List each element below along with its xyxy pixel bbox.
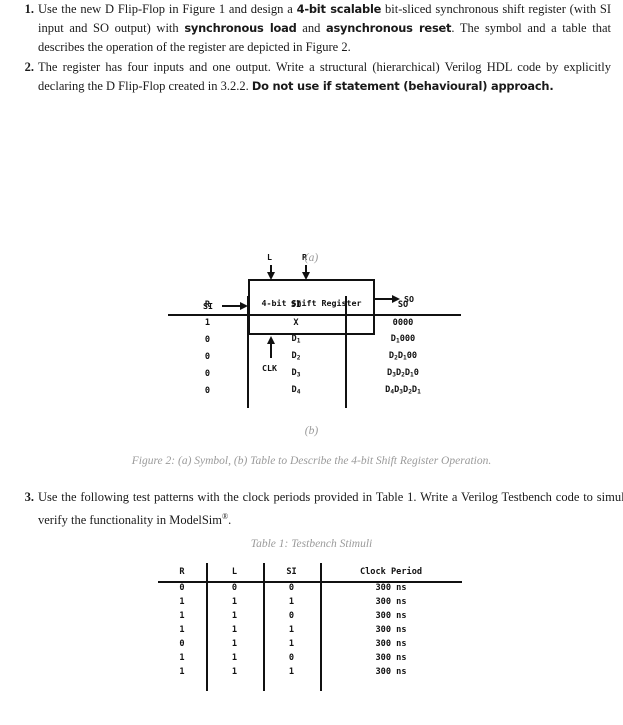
table-1-cell-l: 1 (231, 625, 238, 635)
table-b-cell-so: D3D2D10 (387, 368, 419, 379)
table-1-header-clock-period: Clock Period (359, 567, 423, 577)
table-b-cell-so: 0000 (392, 317, 414, 328)
table-b-cell-r: 1 (204, 317, 211, 328)
table-1-cell-si: 1 (288, 625, 295, 635)
table-1-cell-l: 1 (231, 597, 238, 607)
question-text-3: Use the following test patterns with the… (38, 488, 623, 530)
table-row: 1 X 0000 (168, 314, 461, 331)
question-number-2: 2. (24, 60, 34, 74)
table-1-cell-clock-period: 300 ns (375, 597, 407, 607)
table-b-cell-r: 0 (204, 351, 211, 362)
table-row: 0 D2 D2D100 (168, 348, 461, 365)
figure-2a-symbol: 4-bit Shift Register L R SI SO CLK (0, 122, 623, 373)
table-1-cell-l: 0 (231, 583, 238, 593)
table-b-header-so: SO (397, 300, 409, 310)
q1-seg-5: asynchronous reset (325, 21, 452, 35)
table-1-cell-si: 0 (288, 611, 295, 621)
table-b-divider-1 (247, 296, 249, 408)
table-row: 0 D1 D1000 (168, 331, 461, 348)
table-1-cell-si: 0 (288, 583, 295, 593)
table-b-header-r: R (204, 300, 211, 310)
question-number-3: 3. (24, 490, 34, 504)
table-row: 0 1 1 300 ns (158, 637, 462, 651)
table-1-cell-clock-period: 300 ns (375, 653, 407, 663)
table-b-header-row: R SI SO (168, 296, 461, 314)
q2-seg-1: Do not use if statement (behavioural) ap… (251, 79, 554, 93)
table-b-body: 1 X 0000 0 D1 D1000 0 D2 D2D100 0 D3 D3D… (168, 314, 461, 399)
table-1-header-r: R (179, 567, 185, 577)
table-1-header-si: SI (286, 567, 297, 577)
q3-seg-2: . (228, 513, 232, 528)
question-text-2: The register has four inputs and one out… (38, 58, 611, 96)
table-1-cell-clock-period: 300 ns (375, 583, 407, 593)
table-b-cell-r: 0 (204, 334, 211, 345)
q1-seg-1: 4-bit scalable (296, 2, 382, 16)
table-1-cell-si: 1 (288, 597, 295, 607)
table-1-cell-si: 1 (288, 639, 295, 649)
table-1-cell-l: 1 (231, 653, 238, 663)
table-1-cell-l: 1 (231, 611, 238, 621)
table-b-cell-r: 0 (204, 368, 211, 379)
question-item-1: 1. Use the new D Flip-Flop in Figure 1 a… (0, 0, 623, 57)
table-b-grid: R SI SO 1 X 0000 0 D1 D1000 0 D2 D2D100 (168, 296, 461, 399)
table-1-header-row: R L SI Clock Period (158, 563, 462, 581)
table-1-cell-clock-period: 300 ns (375, 625, 407, 635)
table-row: 0 D3 D3D2D10 (168, 365, 461, 382)
table-b-header-si: SI (290, 300, 302, 310)
table-1-caption: Table 1: Testbench Stimuli (250, 538, 373, 550)
table-1-cell-r: 1 (179, 611, 185, 621)
table-row: 0 D4 D4D3D2D1 (168, 382, 461, 399)
table-1-cell-r: 1 (179, 653, 185, 663)
table-row: 1 1 1 300 ns (158, 595, 462, 609)
table-1-cell-r: 0 (179, 583, 185, 593)
table-1-cell-r: 1 (179, 667, 185, 677)
table-1-body: 0 0 0 300 ns 1 1 1 300 ns 1 1 0 300 ns 1… (158, 581, 462, 679)
table-b-cell-r: 0 (204, 385, 211, 396)
table-row: 1 1 1 300 ns (158, 665, 462, 679)
figure-2b-subcaption: (b) (304, 425, 319, 437)
table-b-cell-so: D2D100 (388, 351, 418, 362)
question-item-2: 2. The register has four inputs and one … (0, 58, 623, 96)
q3-seg-0: Use the following test patterns with the… (38, 490, 623, 528)
table-b-cell-si: D3 (291, 368, 301, 379)
table-row: 1 1 0 300 ns (158, 651, 462, 665)
table-1-cell-l: 1 (231, 667, 238, 677)
table-b-register-operation: R SI SO 1 X 0000 0 D1 D1000 0 D2 D2D100 (168, 296, 461, 408)
question-text-1: Use the new D Flip-Flop in Figure 1 and … (38, 0, 611, 57)
figure-2a-subcaption: (a) (304, 252, 319, 264)
table-b-divider-2 (345, 296, 347, 408)
table-b-cell-si: D2 (291, 351, 301, 362)
question-list: 1. Use the new D Flip-Flop in Figure 1 a… (0, 0, 623, 97)
table-1-cell-si: 1 (288, 667, 295, 677)
r-input-arrowhead-icon (301, 272, 310, 280)
table-b-cell-si: D4 (291, 385, 301, 396)
table-1-testbench-stimuli: R L SI Clock Period 0 0 0 300 ns 1 1 1 3… (158, 563, 462, 691)
figure-2-caption: Figure 2: (a) Symbol, (b) Table to Descr… (131, 455, 492, 467)
table-1-cell-r: 1 (179, 597, 185, 607)
table-row: 1 1 1 300 ns (158, 623, 462, 637)
table-1-cell-clock-period: 300 ns (375, 611, 407, 621)
table-1-header-rule (158, 581, 462, 583)
table-1-cell-clock-period: 300 ns (375, 639, 407, 649)
question-number-1: 1. (24, 2, 34, 16)
table-b-cell-so: D1000 (390, 334, 416, 345)
q1-seg-3: synchronous load (184, 21, 297, 35)
table-b-header-rule (168, 314, 461, 316)
table-1-header-l: L (231, 567, 238, 577)
table-row: 0 0 0 300 ns (158, 581, 462, 595)
table-1-cell-si: 0 (288, 653, 295, 663)
table-1-cell-r: 1 (179, 625, 185, 635)
table-1-cell-r: 0 (179, 639, 185, 649)
q1-seg-0: Use the new D Flip-Flop in Figure 1 and … (38, 2, 297, 16)
question-item-3: 3. Use the following test patterns with … (0, 488, 623, 530)
table-1-cell-l: 1 (231, 639, 238, 649)
q1-seg-4: and (296, 21, 326, 35)
l-input-arrowhead-icon (266, 272, 275, 280)
table-b-cell-si: X (293, 317, 299, 328)
table-b-cell-so: D4D3D2D1 (385, 385, 421, 396)
table-row: 1 1 0 300 ns (158, 609, 462, 623)
table-1-cell-clock-period: 300 ns (375, 667, 407, 677)
table-b-cell-si: D1 (291, 334, 301, 345)
